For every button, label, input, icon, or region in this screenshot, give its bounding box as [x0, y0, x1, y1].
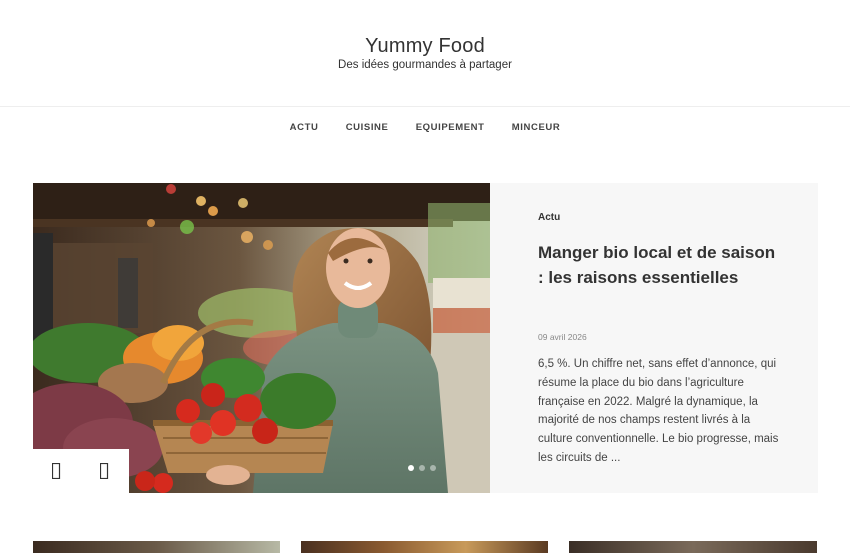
site-description: Des idées gourmandes à partager — [338, 59, 512, 71]
featured-slider: Actu Manger bio local et de saison : les… — [33, 183, 818, 493]
slider-dot-1[interactable] — [408, 465, 414, 471]
slider-dot-2[interactable] — [419, 465, 425, 471]
post-card-image-3[interactable] — [569, 541, 817, 553]
post-card-image-2[interactable] — [301, 541, 548, 553]
market-photo — [33, 183, 490, 493]
featured-image[interactable] — [33, 183, 490, 493]
prev-slide-button[interactable] — [33, 449, 81, 493]
site-header: Yummy Food Des idées gourmandes à partag… — [0, 0, 850, 107]
chevron-left-icon — [52, 463, 61, 479]
post-grid — [33, 541, 817, 553]
slider-dots — [408, 465, 436, 471]
chevron-right-icon — [100, 463, 109, 479]
nav-item-actu[interactable]: ACTU — [290, 122, 319, 133]
next-slide-button[interactable] — [81, 449, 129, 493]
post-category[interactable]: Actu — [538, 212, 560, 223]
nav-item-cuisine[interactable]: CUISINE — [346, 122, 389, 133]
post-date: 09 avril 2026 — [538, 332, 587, 342]
site-title[interactable]: Yummy Food — [0, 35, 850, 58]
nav-item-equipement[interactable]: EQUIPEMENT — [416, 122, 485, 133]
slider-arrows — [33, 449, 129, 493]
nav-item-minceur[interactable]: MINCEUR — [512, 122, 561, 133]
post-card-image-1[interactable] — [33, 541, 280, 553]
slider-dot-3[interactable] — [430, 465, 436, 471]
main-nav: ACTU CUISINE EQUIPEMENT MINCEUR — [0, 122, 850, 133]
post-excerpt: 6,5 %. Un chiffre net, sans effet d’anno… — [538, 358, 779, 464]
post-title[interactable]: Manger bio local et de saison : les rais… — [538, 240, 778, 290]
featured-post-panel: Actu Manger bio local et de saison : les… — [490, 183, 818, 493]
